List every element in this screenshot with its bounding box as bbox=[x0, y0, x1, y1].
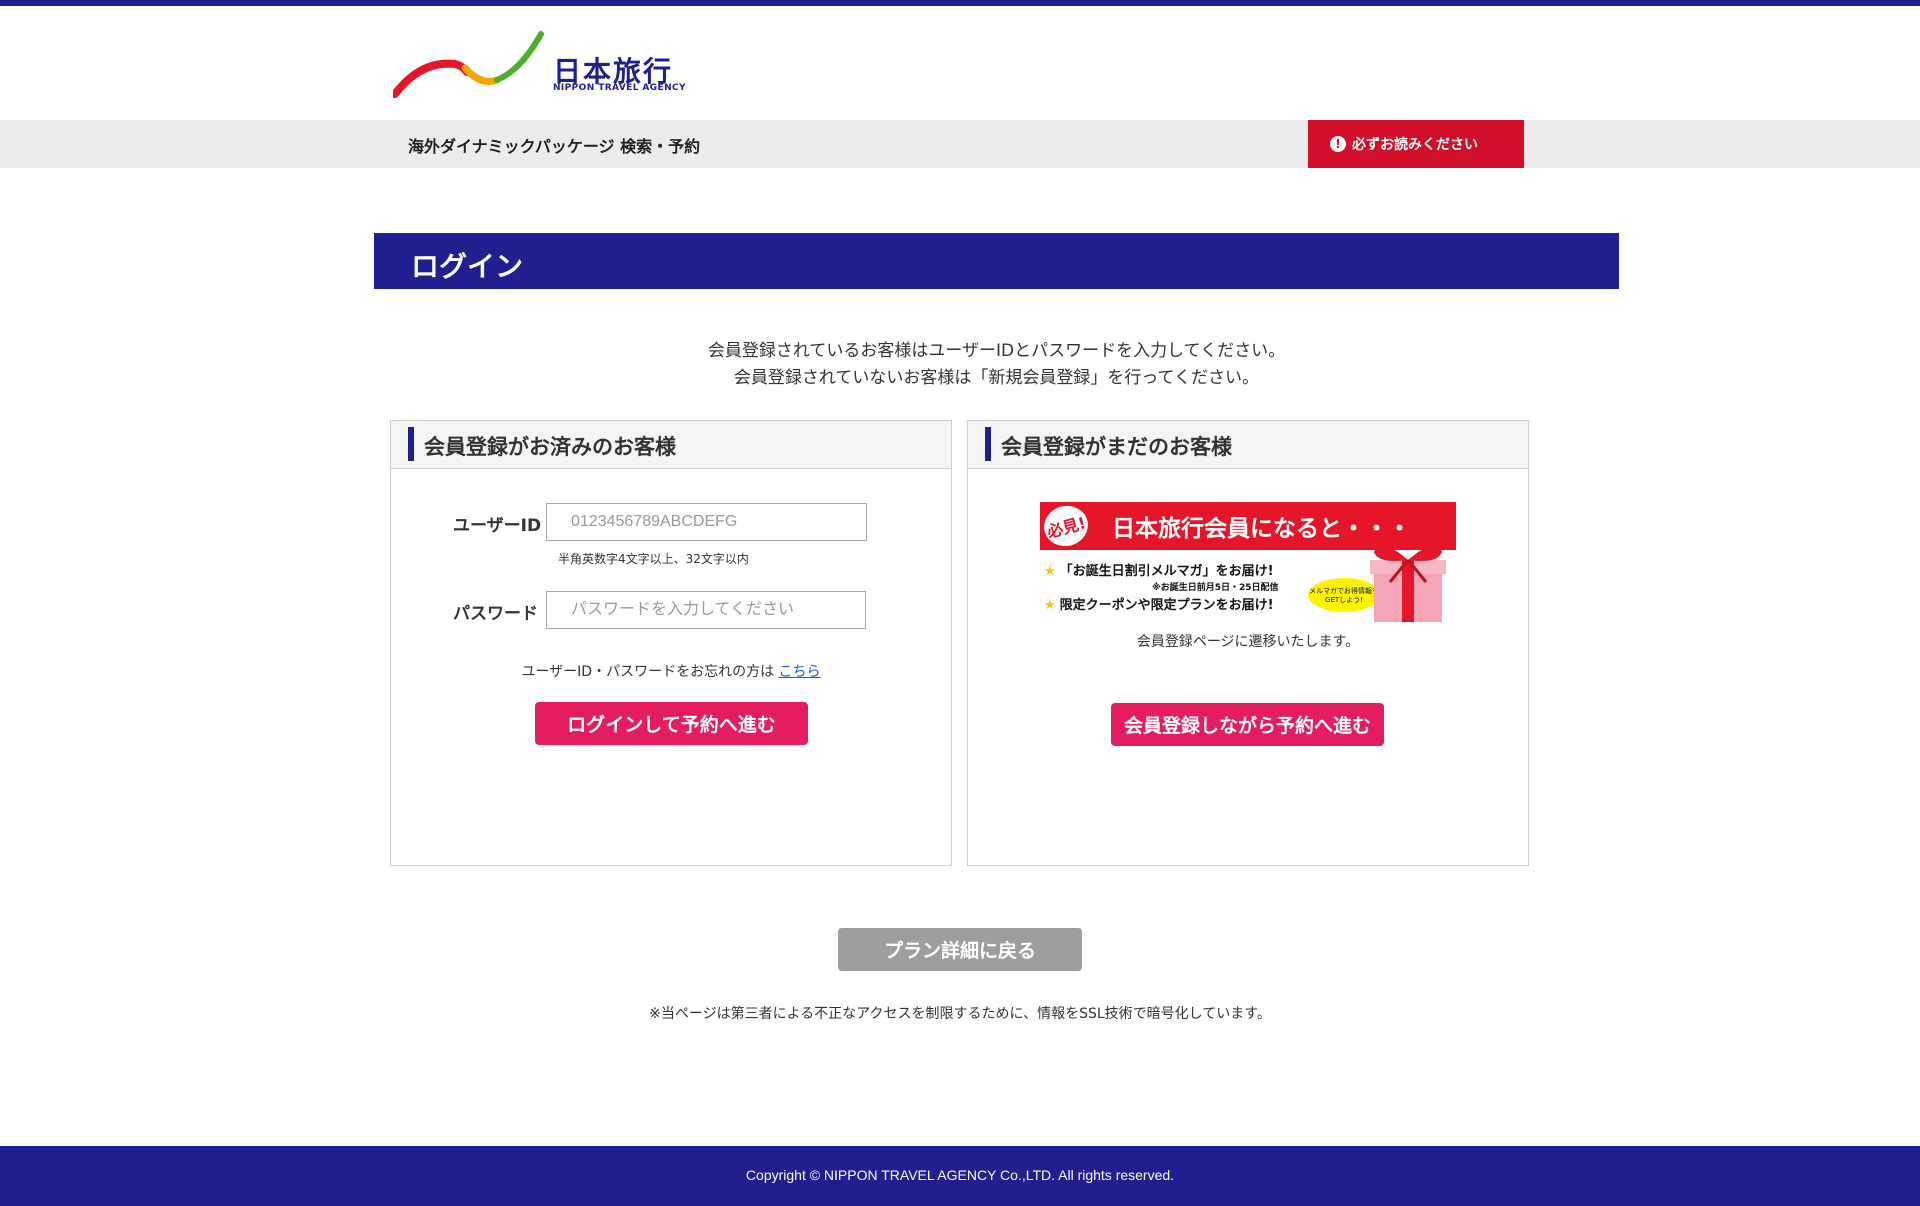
banner-benefit-2-text: 限定クーポンや限定プランをお届け! bbox=[1059, 598, 1274, 613]
subnav-bar: 海外ダイナミックパッケージ 検索・予約 ! 必ずお読みください bbox=[0, 120, 1920, 168]
guest-panel-heading: 会員登録がまだのお客様 bbox=[1001, 435, 1232, 459]
page-title-bar: ログイン bbox=[374, 233, 1619, 289]
notice-button-label: 必ずお読みください bbox=[1352, 137, 1478, 153]
gift-box-icon bbox=[1370, 545, 1446, 622]
top-accent-line bbox=[0, 0, 1920, 6]
guest-panel-header: 会員登録がまだのお客様 bbox=[968, 421, 1528, 469]
intro-text: 会員登録されているお客様はユーザーIDとパスワードを入力してください。 会員登録… bbox=[374, 338, 1619, 392]
member-panel-header: 会員登録がお済みのお客様 bbox=[391, 421, 951, 469]
forgot-credentials-text: ユーザーID・パスワードをお忘れの方は こちら bbox=[391, 661, 951, 681]
userid-hint: 半角英数字4文字以上、32文字以内 bbox=[558, 552, 749, 566]
userid-label: ユーザーID bbox=[453, 516, 542, 536]
exclamation-icon: ! bbox=[1330, 136, 1346, 152]
logo-swoosh-icon bbox=[393, 31, 544, 98]
page-title: ログイン bbox=[411, 250, 524, 283]
banner-benefit-1: ★ 「お誕生日割引メルマガ」をお届け! bbox=[1044, 560, 1274, 579]
intro-line-1: 会員登録されているお客様はユーザーIDとパスワードを入力してください。 bbox=[707, 341, 1286, 361]
register-button[interactable]: 会員登録しながら予約へ進む bbox=[1111, 703, 1384, 746]
userid-input[interactable] bbox=[546, 503, 867, 541]
logo-subtitle: NIPPON TRAVEL AGENCY bbox=[553, 83, 686, 93]
password-label: パスワード bbox=[453, 604, 538, 624]
password-input[interactable] bbox=[546, 591, 866, 629]
banner-benefit-2: ★ 限定クーポンや限定プランをお届け! bbox=[1044, 594, 1274, 613]
banner-note: ※お誕生日前月5日・25日配信 bbox=[1152, 583, 1279, 593]
intro-line-2: 会員登録されていないお客様は「新規会員登録」を行ってください。 bbox=[733, 368, 1260, 388]
footer: Copyright © NIPPON TRAVEL AGENCY Co.,LTD… bbox=[0, 1146, 1920, 1206]
banner-benefit-1-text: 「お誕生日割引メルマガ」をお届け! bbox=[1059, 564, 1274, 579]
copyright: Copyright © NIPPON TRAVEL AGENCY Co.,LTD… bbox=[745, 1167, 1175, 1183]
membership-banner: 必見! 日本旅行会員になると・・・ ★ 「お誕生日割引メルマガ」をお届け! ※お誕… bbox=[1040, 502, 1456, 626]
notice-button[interactable]: ! 必ずお読みください bbox=[1308, 120, 1524, 168]
ssl-note: ※当ページは第三者による不正なアクセスを制限するために、情報をSSL技術で暗号化… bbox=[649, 1006, 1271, 1022]
forgot-text: ユーザーID・パスワードをお忘れの方は bbox=[521, 664, 775, 680]
login-button[interactable]: ログインして予約へ進む bbox=[535, 702, 808, 745]
member-panel-heading: 会員登録がお済みのお客様 bbox=[424, 435, 676, 459]
redirect-text: 会員登録ページに遷移いたします。 bbox=[1136, 634, 1360, 650]
forgot-link[interactable]: こちら bbox=[779, 664, 821, 680]
logo[interactable]: 日本旅行 NIPPON TRAVEL AGENCY bbox=[393, 28, 686, 98]
member-login-panel: 会員登録がお済みのお客様 ユーザーID 半角英数字4文字以上、32文字以内 パス… bbox=[390, 420, 952, 866]
back-to-plan-button[interactable]: プラン詳細に戻る bbox=[838, 928, 1082, 971]
subnav-title: 海外ダイナミックパッケージ 検索・予約 bbox=[408, 137, 701, 156]
star-icon: ★ bbox=[1044, 564, 1056, 579]
guest-register-panel: 会員登録がまだのお客様 必見! 日本旅行会員になると・・・ ★ 「お誕生日割引メル… bbox=[967, 420, 1529, 866]
star-icon: ★ bbox=[1044, 598, 1056, 613]
